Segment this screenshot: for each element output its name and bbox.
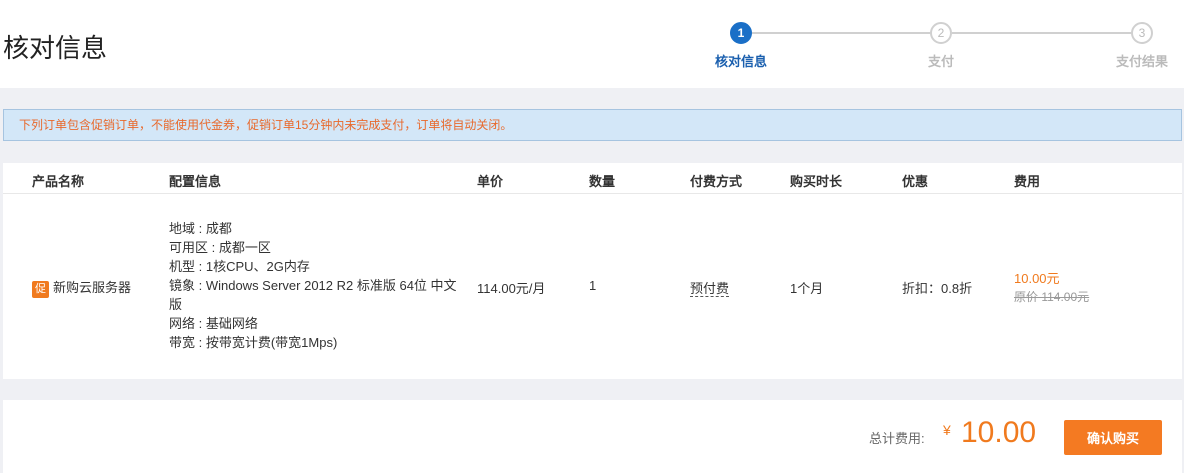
- config-info: 地域 : 成都 可用区 : 成都一区 机型 : 1核CPU、2G内存 镜象 : …: [169, 219, 459, 352]
- discount: 折扣：0.8折: [902, 281, 973, 296]
- config-line: 网络 : 基础网络: [169, 316, 258, 331]
- progress-steps: 1 核对信息 2 支付 3 支付结果: [700, 20, 1184, 80]
- currency-symbol: ¥: [943, 422, 951, 438]
- header: 核对信息 1 核对信息 2 支付 3 支付结果: [0, 0, 1184, 88]
- column-header: 数量: [589, 174, 616, 189]
- config-line: 地域 : 成都: [169, 221, 232, 236]
- step-number: 1: [730, 22, 752, 44]
- config-line: 机型 : 1核CPU、2G内存: [169, 259, 310, 274]
- page-title: 核对信息: [3, 33, 108, 63]
- product-name: 促新购云服务器: [32, 277, 131, 298]
- fee: 10.00元: [1014, 271, 1060, 286]
- order-footer: 总计费用: ¥ 10.00 确认购买: [3, 400, 1182, 473]
- step-label: 核对信息: [714, 54, 767, 69]
- payment-method[interactable]: 预付费: [690, 278, 730, 297]
- confirm-purchase-button[interactable]: 确认购买: [1064, 420, 1162, 455]
- step-verify: 1 核对信息: [701, 20, 781, 70]
- duration: 1个月: [790, 281, 824, 296]
- column-header: 配置信息: [169, 174, 222, 189]
- step-label: 支付: [927, 54, 954, 69]
- product-label: 新购云服务器: [53, 280, 132, 295]
- total-label: 总计费用:: [869, 431, 925, 446]
- step-number: 3: [1131, 22, 1153, 44]
- config-line: 镜象 : Windows Server 2012 R2 标准版 64位 中文版: [169, 278, 457, 312]
- column-header: 付费方式: [690, 174, 743, 189]
- step-number: 2: [930, 22, 952, 44]
- column-header: 单价: [477, 174, 504, 189]
- promo-notice: 下列订单包含促销订单，不能使用代金券，促销订单15分钟内未完成支付，订单将自动关…: [3, 109, 1182, 141]
- step-result: 3 支付结果: [1102, 20, 1182, 70]
- config-line: 可用区 : 成都一区: [169, 240, 271, 255]
- column-header: 费用: [1014, 174, 1041, 189]
- order-table: 产品名称 配置信息 单价 数量 付费方式 购买时长 优惠 费用 促新购云服务器 …: [3, 163, 1182, 379]
- step-label: 支付结果: [1115, 54, 1168, 69]
- promo-badge: 促: [32, 281, 49, 298]
- step-pay: 2 支付: [901, 20, 981, 70]
- total-amount: 10.00: [961, 416, 1037, 449]
- payment-method-label[interactable]: 预付费: [690, 281, 730, 297]
- column-header: 购买时长: [790, 174, 843, 189]
- original-price: 原价 114.00元: [1014, 290, 1090, 304]
- column-header: 优惠: [902, 174, 929, 189]
- unit-price: 114.00元/月: [477, 281, 546, 296]
- table-header: 产品名称 配置信息 单价 数量 付费方式 购买时长 优惠 费用: [3, 163, 1182, 194]
- config-line: 带宽 : 按带宽计费(带宽1Mps): [169, 335, 338, 350]
- column-header: 产品名称: [32, 174, 85, 189]
- quantity: 1: [589, 278, 597, 293]
